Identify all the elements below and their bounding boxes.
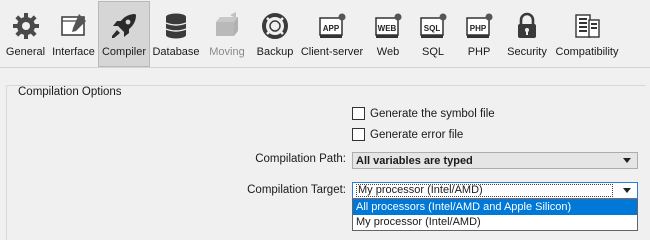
tab-interface[interactable]: Interface <box>49 1 98 67</box>
tab-sql-label: SQL <box>421 46 444 58</box>
error-file-checkbox[interactable] <box>352 128 365 141</box>
box-icon <box>216 12 238 36</box>
compilation-path-select[interactable]: All variables are typed <box>352 152 638 169</box>
tab-compiler[interactable]: Compiler <box>98 1 150 67</box>
tab-general-label: General <box>5 46 46 58</box>
compilation-target-select[interactable]: My processor (Intel/AMD) <box>352 182 638 199</box>
tab-database[interactable]: Database <box>150 1 202 67</box>
compilation-path-value: All variables are typed <box>356 154 473 167</box>
lock-icon <box>518 12 536 38</box>
database-icon <box>165 13 187 39</box>
group-title: Compilation Options <box>18 86 122 98</box>
compilation-target-label: Compilation Target: <box>247 184 346 196</box>
tab-security[interactable]: Security <box>502 1 552 67</box>
tab-moving-label: Moving <box>209 46 245 58</box>
tab-compiler-label: Compiler <box>101 46 146 58</box>
tab-general[interactable]: General <box>2 1 49 67</box>
tab-web-label: Web <box>376 46 400 58</box>
svg-text:SQL: SQL <box>424 24 441 33</box>
web-icon: WEB <box>375 13 402 38</box>
tab-moving[interactable]: Moving <box>202 1 252 67</box>
symbol-file-checkbox[interactable] <box>352 107 365 120</box>
tab-compatibility[interactable]: Compatibility <box>552 1 622 67</box>
tab-sql[interactable]: SQL SQL <box>410 1 456 67</box>
compiler-pane: Compilation Options Generate the symbol … <box>0 69 650 240</box>
sql-icon: SQL <box>420 13 447 38</box>
tab-backup[interactable]: Backup <box>252 1 298 67</box>
tab-database-label: Database <box>152 46 200 58</box>
error-file-label: Generate error file <box>370 128 464 141</box>
tab-php[interactable]: PHP PHP <box>456 1 502 67</box>
symbol-file-label: Generate the symbol file <box>370 107 495 120</box>
svg-text:PHP: PHP <box>470 24 487 33</box>
tab-client-server-label: Client-server <box>300 46 364 58</box>
compilation-target-value: My processor (Intel/AMD) <box>356 184 613 197</box>
preferences-toolbar: General Interface Compiler Database Movi… <box>0 0 650 68</box>
tab-interface-label: Interface <box>52 46 95 58</box>
app-icon: APP <box>319 13 346 38</box>
compilation-path-label: Compilation Path: <box>255 153 346 165</box>
compilation-target-dropdown: All processors (Intel/AMD and Apple Sili… <box>352 199 638 231</box>
rocket-icon <box>112 14 136 38</box>
symbol-file-row[interactable]: Generate the symbol file <box>352 107 495 120</box>
tab-php-label: PHP <box>467 46 491 58</box>
php-icon: PHP <box>466 13 493 38</box>
tab-client-server[interactable]: APP Client-server <box>298 1 366 67</box>
chevron-down-icon <box>623 158 631 163</box>
lifebuoy-icon <box>262 13 288 39</box>
svg-text:APP: APP <box>323 24 340 33</box>
tab-backup-label: Backup <box>256 46 294 58</box>
tab-web[interactable]: WEB Web <box>366 1 410 67</box>
tab-compatibility-label: Compatibility <box>555 46 619 58</box>
compatibility-icon <box>575 14 600 38</box>
error-file-row[interactable]: Generate error file <box>352 128 463 141</box>
chevron-down-icon <box>623 188 631 193</box>
interface-icon <box>60 14 86 36</box>
tab-security-label: Security <box>507 46 547 58</box>
svg-text:WEB: WEB <box>378 24 397 33</box>
gear-icon <box>12 13 39 39</box>
target-option-all-processors[interactable]: All processors (Intel/AMD and Apple Sili… <box>353 200 637 215</box>
target-option-my-processor[interactable]: My processor (Intel/AMD) <box>353 215 637 230</box>
